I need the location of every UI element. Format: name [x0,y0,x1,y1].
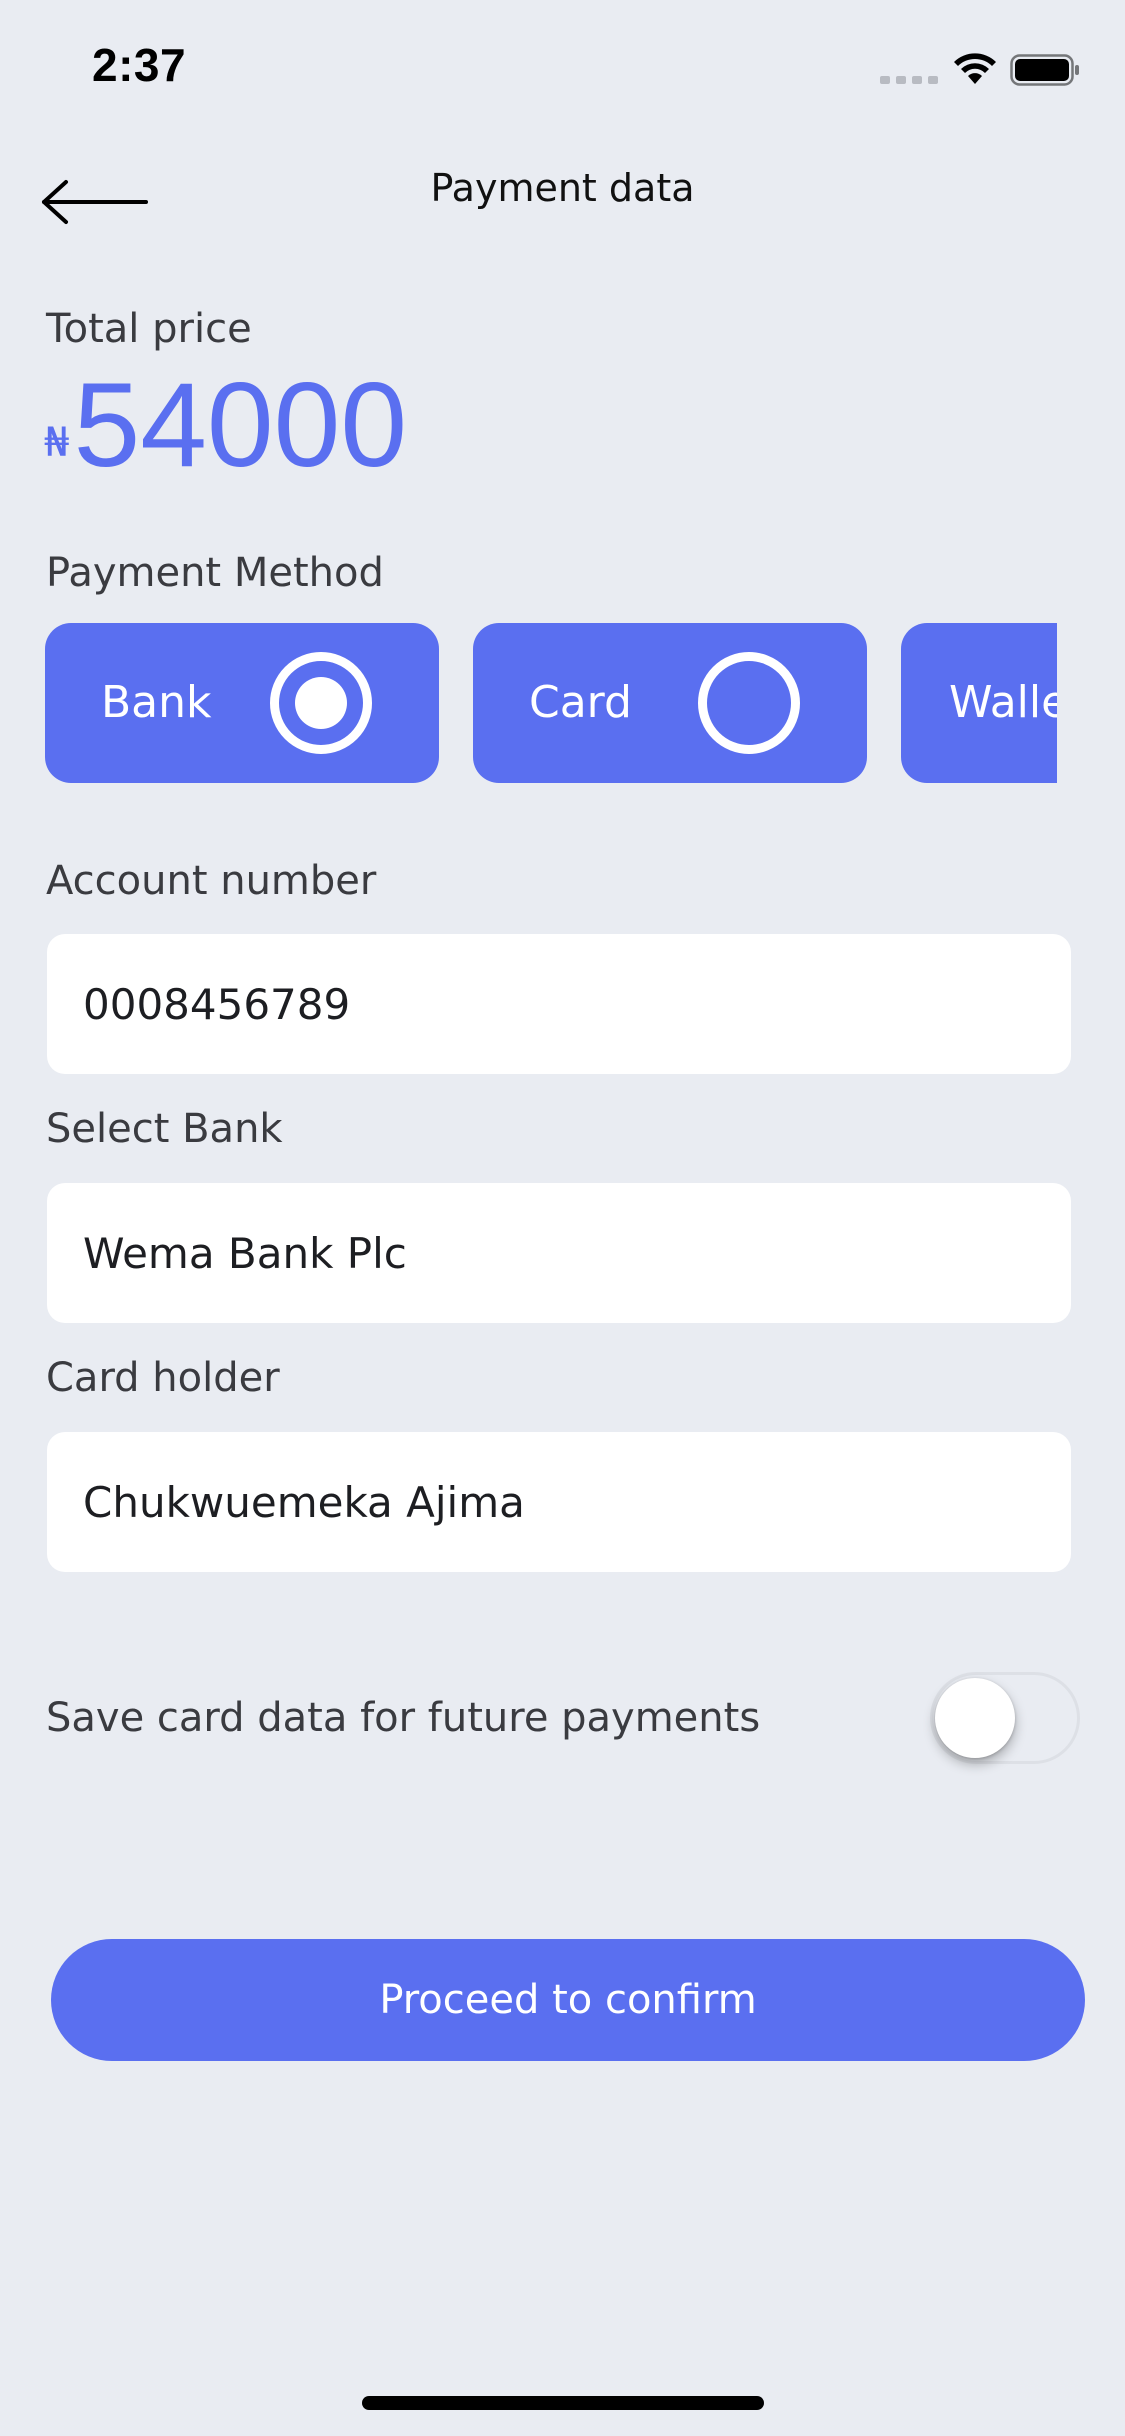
wifi-icon [954,53,996,84]
home-indicator[interactable] [362,2396,764,2410]
proceed-button[interactable]: Proceed to confirm [51,1939,1085,2061]
account-number-field[interactable]: 0008456789 [47,934,1071,1074]
battery-icon [1010,54,1079,86]
bank-select-field[interactable]: Wema Bank Plc [47,1183,1071,1323]
select-bank-label: Select Bank [46,1106,283,1152]
status-time: 2:37 [92,39,187,91]
card-holder-field[interactable]: Chukwuemeka Ajima [47,1432,1071,1572]
price-amount: 54000 [73,358,408,492]
total-price: ₦ 54000 [44,360,407,490]
radio-selected-icon[interactable] [270,652,372,754]
total-price-label: Total price [46,306,252,352]
card-holder-label: Card holder [46,1355,280,1401]
payment-screen: 2:37 Payment data Total price ₦ 54000 Pa… [0,0,1125,2436]
account-number-label: Account number [46,858,377,904]
status-bar: 2:37 [0,0,1125,140]
radio-unselected-icon[interactable] [698,652,800,754]
method-option-label: Card [529,677,632,728]
method-option-label: Wallet [949,677,1057,728]
toggle-knob [935,1678,1015,1758]
method-option-label: Bank [101,677,212,728]
method-option-bank[interactable]: Bank [45,623,439,783]
currency-symbol: ₦ [44,420,70,466]
payment-method-list[interactable]: Bank Card Wallet [45,623,1057,783]
method-option-wallet[interactable]: Wallet [901,623,1057,783]
save-card-toggle[interactable] [930,1672,1080,1764]
method-option-card[interactable]: Card [473,623,867,783]
save-card-label: Save card data for future payments [46,1695,761,1741]
payment-method-label: Payment Method [46,550,384,596]
page-title: Payment data [430,166,695,210]
signal-icon [880,76,938,84]
